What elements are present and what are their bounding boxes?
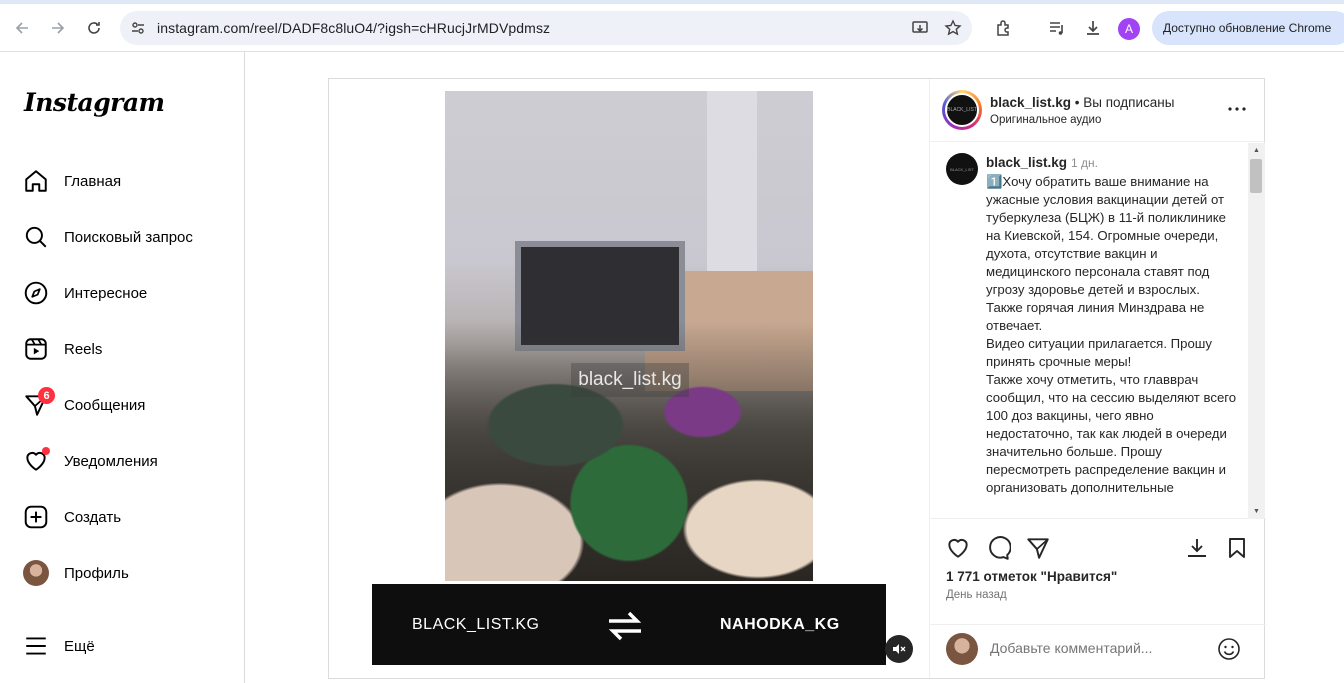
- chrome-update-button[interactable]: Доступно обновление Chrome: [1152, 11, 1344, 45]
- site-info-icon[interactable]: [130, 20, 146, 41]
- author-username[interactable]: black_list.kg: [990, 95, 1071, 110]
- chrome-profile-avatar[interactable]: A: [1118, 18, 1140, 40]
- caption-time[interactable]: 1 дн.: [1071, 156, 1098, 170]
- sidebar-item-label: Reels: [64, 340, 103, 358]
- sidebar-item-label: Поисковый запрос: [64, 228, 193, 246]
- sidebar-item-label: Интересное: [64, 284, 148, 302]
- back-icon[interactable]: [8, 14, 36, 42]
- heart-icon: [22, 447, 50, 475]
- reel-video[interactable]: black_list.kg: [445, 91, 813, 581]
- post-header: BLACK_LIST black_list.kg • Вы подписаны …: [930, 79, 1266, 142]
- mute-button[interactable]: [885, 635, 913, 663]
- extensions-icon[interactable]: [990, 14, 1018, 42]
- like-heart-icon[interactable]: [944, 534, 972, 562]
- scroll-up-arrow-icon[interactable]: ▲: [1253, 147, 1260, 154]
- browser-toolbar: instagram.com/reel/DADF8c8luO4/?igsh=cHR…: [0, 0, 1344, 52]
- banner-left-text: BLACK_LIST.KG: [412, 616, 540, 633]
- separator: •: [1071, 95, 1084, 110]
- video-scene: [445, 321, 813, 581]
- sidebar-item-label: Создать: [64, 508, 122, 526]
- sidebar-item-search[interactable]: Поисковый запрос: [22, 221, 232, 253]
- avatar: [946, 633, 978, 665]
- download-icon[interactable]: [1183, 534, 1211, 562]
- plus-square-icon: [22, 503, 50, 531]
- comment-input[interactable]: [990, 640, 1210, 656]
- likes-count[interactable]: 1 771 отметок "Нравится": [946, 569, 1117, 584]
- author-avatar[interactable]: BLACK_LIST: [942, 90, 982, 130]
- messenger-icon: 6: [22, 387, 55, 419]
- sidebar-item-profile[interactable]: Профиль: [22, 557, 232, 589]
- sidebar-item-notifications[interactable]: Уведомления: [22, 445, 232, 477]
- sidebar-item-more[interactable]: Ещё: [22, 630, 232, 662]
- tab-strip: [0, 0, 1344, 4]
- posted-time[interactable]: День назад: [946, 589, 1007, 601]
- follow-status[interactable]: Вы подписаны: [1083, 95, 1174, 110]
- add-comment-bar: [930, 624, 1266, 679]
- search-icon: [22, 223, 50, 251]
- scrollbar-thumb[interactable]: [1250, 159, 1262, 193]
- reels-icon: [22, 335, 50, 363]
- notification-dot: [42, 447, 50, 455]
- media-icon[interactable]: [1043, 14, 1071, 42]
- save-bookmark-icon[interactable]: [1223, 534, 1251, 562]
- sidebar-item-label: Профиль: [64, 564, 129, 582]
- address-bar[interactable]: instagram.com/reel/DADF8c8luO4/?igsh=cHR…: [120, 11, 972, 45]
- forward-icon[interactable]: [44, 14, 72, 42]
- menu-icon: [22, 632, 50, 660]
- sidebar-item-home[interactable]: Главная: [22, 165, 232, 197]
- sidebar-item-messages[interactable]: 6 Сообщения: [22, 387, 232, 421]
- comments-scrollbar[interactable]: ▲ ▼: [1248, 143, 1265, 519]
- scroll-down-arrow-icon[interactable]: ▼: [1253, 508, 1260, 515]
- install-icon[interactable]: [911, 19, 929, 42]
- swap-arrows-icon: [605, 606, 645, 651]
- speaker-muted-icon: [893, 644, 906, 654]
- sidebar: Instagram Главная Поисковый запрос Интер…: [0, 52, 245, 683]
- url-text: instagram.com/reel/DADF8c8luO4/?igsh=cHR…: [157, 20, 551, 36]
- caption-text: 1️⃣Хочу обратить ваше внимание на ужасны…: [986, 174, 1237, 495]
- sidebar-item-label: Сообщения: [64, 396, 146, 414]
- emoji-icon[interactable]: [1216, 636, 1242, 662]
- post-dialog: black_list.kg BLACK_LIST.KG NAHODKA_KG B…: [328, 78, 1266, 679]
- instagram-logo[interactable]: Instagram: [24, 88, 165, 117]
- sidebar-item-explore[interactable]: Интересное: [22, 277, 232, 309]
- comment-icon[interactable]: [984, 534, 1012, 562]
- audio-link[interactable]: Оригинальное аудио: [990, 114, 1101, 126]
- sidebar-item-label: Ещё: [64, 637, 95, 655]
- caption-username[interactable]: black_list.kg: [986, 155, 1067, 170]
- banner-right-text: NAHODKA_KG: [720, 616, 840, 633]
- more-options-icon[interactable]: [1223, 97, 1251, 121]
- download-icon[interactable]: [1079, 14, 1107, 42]
- video-watermark: black_list.kg: [571, 363, 689, 397]
- comments-area[interactable]: BLACK_LIST black_list.kg 1 дн. 1️⃣Хочу о…: [930, 143, 1266, 519]
- avatar: [23, 560, 49, 586]
- reload-icon[interactable]: [80, 14, 108, 42]
- sidebar-item-label: Уведомления: [64, 452, 158, 470]
- sidebar-item-create[interactable]: Создать: [22, 501, 232, 533]
- post-actions: [930, 532, 1266, 566]
- share-icon[interactable]: [1024, 534, 1052, 562]
- post-side-panel: BLACK_LIST black_list.kg • Вы подписаны …: [929, 79, 1266, 679]
- caption-author-avatar[interactable]: BLACK_LIST: [946, 153, 978, 185]
- home-icon: [22, 167, 50, 195]
- reel-media: black_list.kg BLACK_LIST.KG NAHODKA_KG: [329, 79, 928, 678]
- video-banner: BLACK_LIST.KG NAHODKA_KG: [372, 584, 886, 665]
- sidebar-item-reels[interactable]: Reels: [22, 333, 232, 365]
- sidebar-item-label: Главная: [64, 172, 122, 190]
- compass-icon: [22, 279, 50, 307]
- messages-count-badge: 6: [38, 387, 55, 404]
- star-icon[interactable]: [944, 19, 962, 42]
